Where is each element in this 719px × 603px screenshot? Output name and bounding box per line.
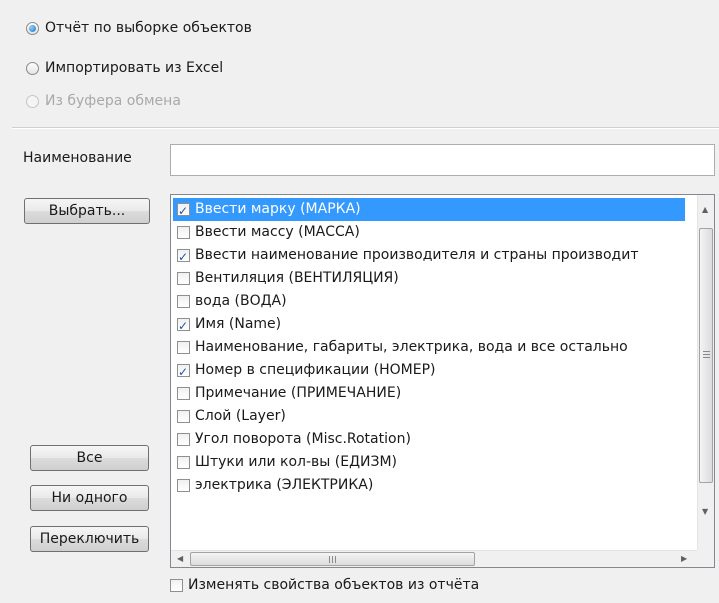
list-item[interactable]: Номер в спецификации (НОМЕР) — [173, 359, 685, 384]
select-button[interactable]: Выбрать... — [24, 198, 150, 224]
change-properties-checkbox[interactable] — [170, 578, 183, 592]
radio-report-selection-indicator[interactable] — [26, 21, 39, 35]
grip-line — [335, 556, 336, 563]
horizontal-scrollbar[interactable]: ◀ ▶ — [171, 550, 697, 567]
vertical-scrollbar[interactable]: ▲ ▼ — [697, 195, 714, 550]
radio-import-excel[interactable]: Импортировать из Excel — [26, 57, 223, 79]
list-item[interactable]: Слой (Layer) — [173, 405, 685, 428]
scroll-corner — [697, 550, 714, 567]
list-item[interactable]: вода (ВОДА) — [173, 290, 685, 313]
radio-clipboard: Из буфера обмена — [26, 90, 181, 112]
item-checkbox[interactable] — [177, 479, 190, 492]
item-checkbox[interactable] — [177, 246, 190, 269]
item-label: Вентиляция (ВЕНТИЛЯЦИЯ) — [195, 270, 399, 286]
name-input[interactable] — [170, 144, 715, 176]
item-label: Ввести массу (МАССА) — [195, 224, 360, 240]
item-checkbox[interactable] — [177, 315, 190, 338]
item-label: электрика (ЭЛЕКТРИКА) — [195, 477, 374, 493]
radio-clipboard-indicator — [26, 94, 39, 108]
item-checkbox[interactable] — [177, 433, 190, 446]
item-checkbox[interactable] — [177, 361, 190, 384]
radio-import-excel-indicator[interactable] — [26, 61, 39, 75]
grip-line — [329, 556, 330, 563]
item-label: Ввести марку (МАРКА) — [195, 201, 361, 217]
item-checkbox[interactable] — [177, 295, 190, 308]
list-item[interactable]: Угол поворота (Misc.Rotation) — [173, 428, 685, 451]
list-item[interactable]: Примечание (ПРИМЕЧАНИЕ) — [173, 382, 685, 405]
vertical-scroll-thumb[interactable] — [699, 228, 713, 483]
list-item[interactable]: электрика (ЭЛЕКТРИКА) — [173, 474, 685, 497]
change-properties-label: Изменять свойства объектов из отчёта — [188, 577, 480, 593]
item-checkbox[interactable] — [177, 200, 190, 223]
item-checkbox[interactable] — [177, 387, 190, 400]
item-label: Ввести наименование производителя и стра… — [195, 247, 639, 263]
list-item[interactable]: Ввести наименование производителя и стра… — [173, 244, 685, 269]
separator — [12, 127, 719, 129]
item-label: Номер в спецификации (НОМЕР) — [195, 362, 436, 378]
change-properties-option[interactable]: Изменять свойства объектов из отчёта — [170, 577, 479, 593]
item-label: Штуки или кол-вы (ЕДИЗМ) — [195, 454, 398, 470]
select-all-button[interactable]: Все — [30, 445, 149, 471]
properties-list[interactable]: Ввести марку (МАРКА) Ввести массу (МАССА… — [170, 194, 715, 568]
scroll-up-icon[interactable]: ▲ — [702, 205, 708, 215]
item-checkbox[interactable] — [177, 272, 190, 285]
list-item[interactable]: Наименование, габариты, электрика, вода … — [173, 336, 685, 359]
item-label: Наименование, габариты, электрика, вода … — [195, 339, 628, 355]
list-item[interactable]: Вентиляция (ВЕНТИЛЯЦИЯ) — [173, 267, 685, 290]
item-label: Примечание (ПРИМЕЧАНИЕ) — [195, 385, 402, 401]
properties-items: Ввести марку (МАРКА) Ввести массу (МАССА… — [173, 198, 685, 522]
list-item[interactable]: Ввести массу (МАССА) — [173, 221, 685, 244]
item-label: Слой (Layer) — [195, 408, 286, 424]
item-checkbox[interactable] — [177, 456, 190, 469]
radio-import-excel-label: Импортировать из Excel — [45, 60, 224, 76]
horizontal-scroll-thumb[interactable] — [190, 552, 475, 566]
scroll-right-icon[interactable]: ▶ — [681, 554, 687, 564]
scroll-down-icon[interactable]: ▼ — [702, 507, 708, 517]
item-checkbox[interactable] — [177, 226, 190, 239]
grip-line — [703, 351, 710, 352]
item-label: вода (ВОДА) — [195, 293, 287, 309]
list-item[interactable]: Имя (Name) — [173, 313, 685, 338]
grip-line — [703, 354, 710, 355]
scroll-left-icon[interactable]: ◀ — [177, 554, 183, 564]
radio-report-selection-label: Отчёт по выборке объектов — [45, 20, 252, 36]
toggle-button[interactable]: Переключить — [30, 526, 149, 552]
list-item[interactable]: Ввести марку (МАРКА) — [173, 198, 685, 223]
radio-clipboard-label: Из буфера обмена — [45, 93, 181, 109]
item-label: Имя (Name) — [195, 316, 282, 332]
list-item[interactable]: Штуки или кол-вы (ЕДИЗМ) — [173, 451, 685, 474]
item-checkbox[interactable] — [177, 341, 190, 354]
name-label: Наименование — [23, 150, 132, 166]
radio-report-selection[interactable]: Отчёт по выборке объектов — [26, 17, 252, 39]
grip-line — [332, 556, 333, 563]
item-checkbox[interactable] — [177, 410, 190, 423]
grip-line — [703, 357, 710, 358]
select-none-button[interactable]: Ни одного — [30, 485, 149, 511]
item-label: Угол поворота (Misc.Rotation) — [195, 431, 411, 447]
